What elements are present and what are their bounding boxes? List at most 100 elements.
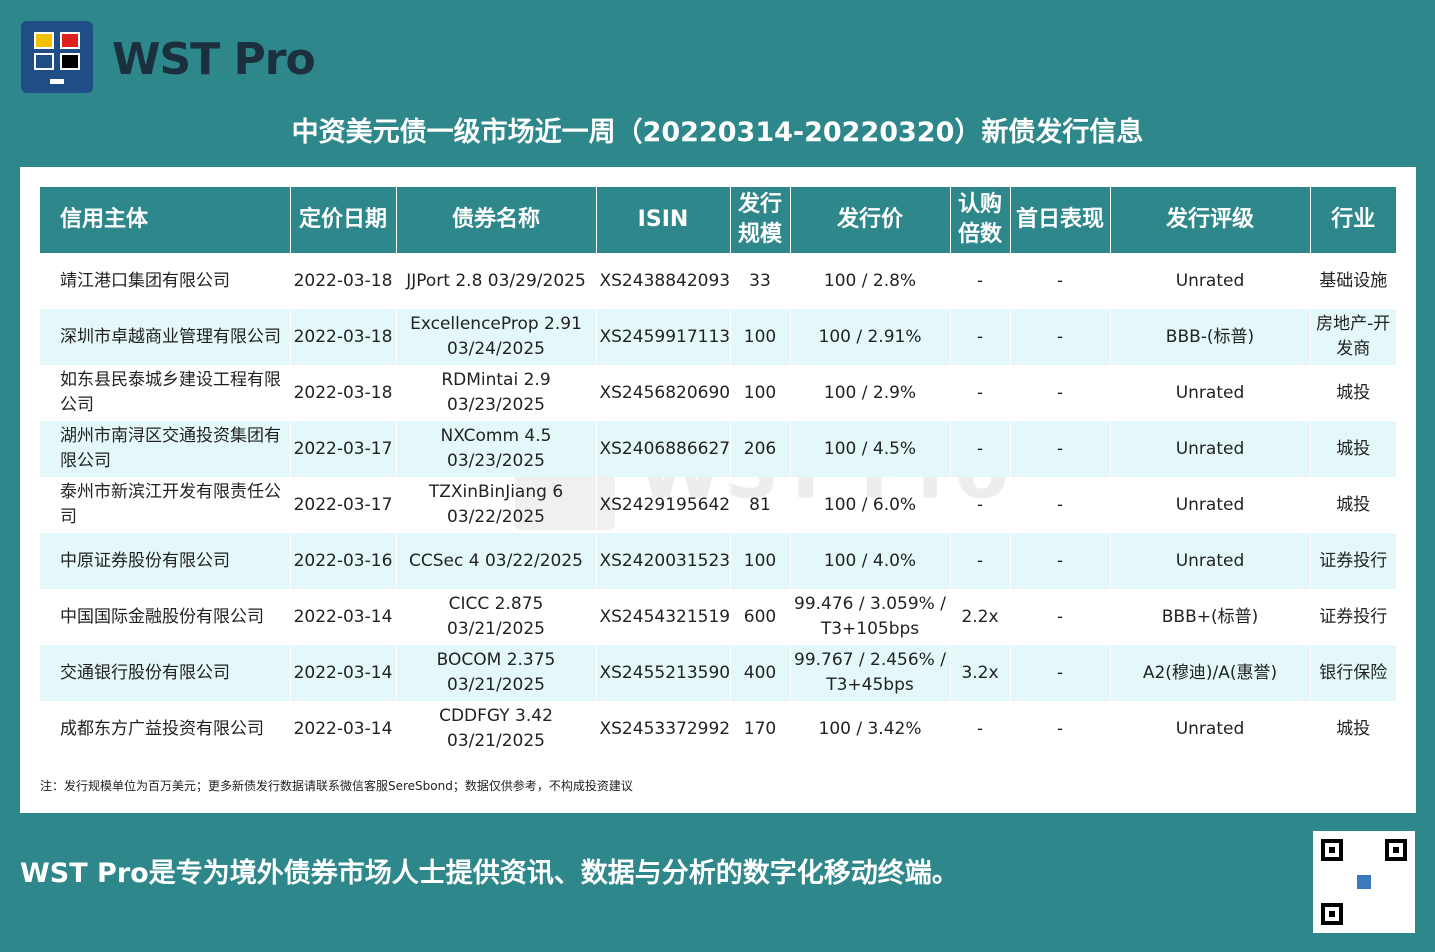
cell-date: 2022-03-17 bbox=[289, 477, 396, 533]
logo-stand bbox=[50, 79, 64, 84]
cell-issuer: 泰州市新滨江开发有限责任公司 bbox=[60, 482, 281, 527]
cell-rating: Unrated bbox=[1109, 533, 1310, 589]
cell-price: 99.767 / 2.456% / T3+45bps bbox=[789, 645, 950, 701]
cell-first-day: - bbox=[1009, 701, 1110, 757]
column-header: 发行价 bbox=[789, 187, 950, 253]
cell-rating: Unrated bbox=[1109, 253, 1310, 309]
cell-bond: ExcellenceProp 2.91 03/24/2025 bbox=[395, 309, 596, 365]
column-header: 发行规模 bbox=[729, 187, 790, 253]
cell-isin: XS2438842093 bbox=[595, 253, 730, 309]
cell-subscription: 2.2x bbox=[949, 589, 1010, 645]
cell-bond: JJPort 2.8 03/29/2025 bbox=[395, 253, 596, 309]
qr-finder-tr bbox=[1385, 839, 1407, 861]
cell-industry: 房地产-开发商 bbox=[1309, 309, 1396, 365]
page-title: 中资美元债一级市场近一周（20220314-20220320）新债发行信息 bbox=[291, 117, 1144, 148]
cell-price: 100 / 6.0% bbox=[789, 477, 950, 533]
cell-subscription: - bbox=[949, 365, 1010, 421]
cell-first-day: - bbox=[1009, 421, 1110, 477]
cell-isin: XS2454321519 bbox=[595, 589, 730, 645]
cell-date: 2022-03-14 bbox=[289, 701, 396, 757]
cell-isin: XS2453372992 bbox=[595, 701, 730, 757]
footnote: 注：发行规模单位为百万美元；更多新债发行数据请联系微信客服SereSbond；数… bbox=[40, 779, 633, 793]
column-header: 认购倍数 bbox=[949, 187, 1010, 253]
cell-subscription: - bbox=[949, 309, 1010, 365]
cell-size: 100 bbox=[729, 365, 790, 421]
cell-price: 100 / 4.5% bbox=[789, 421, 950, 477]
cell-price: 100 / 3.42% bbox=[789, 701, 950, 757]
cell-issuer: 成都东方广益投资有限公司 bbox=[60, 718, 264, 739]
cell-first-day: - bbox=[1009, 365, 1110, 421]
cell-rating: Unrated bbox=[1109, 365, 1310, 421]
cell-issuer: 中原证券股份有限公司 bbox=[40, 533, 290, 589]
cell-bond: TZXinBinJiang 6 03/22/2025 bbox=[395, 477, 596, 533]
cell-industry: 证券投行 bbox=[1309, 589, 1396, 645]
cell-subscription: - bbox=[949, 253, 1010, 309]
cell-date: 2022-03-14 bbox=[289, 645, 396, 701]
cell-isin: XS2420031523 bbox=[595, 533, 730, 589]
cell-price: 100 / 2.9% bbox=[789, 365, 950, 421]
column-header: 定价日期 bbox=[289, 187, 396, 253]
table-header-row: 信用主体 定价日期 债券名称 ISIN 发行规模 发行价 认购倍数 首日表现 发行评级 行业 bbox=[40, 187, 1396, 253]
cell-subscription: - bbox=[949, 533, 1010, 589]
cell-first-day: - bbox=[1009, 533, 1110, 589]
cell-size: 400 bbox=[729, 645, 790, 701]
cell-industry: 基础设施 bbox=[1309, 253, 1396, 309]
cell-rating: BBB-(标普) bbox=[1109, 309, 1310, 365]
table-row: 中国国际金融股份有限公司 2022-03-14 CICC 2.875 03/21/2… bbox=[40, 589, 1396, 645]
cell-bond: CDDFGY 3.42 03/21/2025 bbox=[395, 701, 596, 757]
cell-price: 99.476 / 3.059% / T3+105bps bbox=[789, 589, 950, 645]
brand-name: WST Pro bbox=[112, 34, 316, 85]
table-row: 泰州市新滨江开发有限责任公司 2022-03-17 TZXinBinJiang 6 … bbox=[40, 477, 1396, 533]
cell-size: 100 bbox=[729, 309, 790, 365]
table-row: 中原证券股份有限公司 2022-03-16 CCSec 4 03/22/2025 XS… bbox=[40, 533, 1396, 589]
table-row: 交通银行股份有限公司 2022-03-14 BOCOM 2.375 03/21/20… bbox=[40, 645, 1396, 701]
qr-finder-bl bbox=[1321, 903, 1343, 925]
cell-bond: NXComm 4.5 03/23/2025 bbox=[395, 421, 596, 477]
table-row: 湖州市南浔区交通投资集团有限公司 2022-03-17 NXComm 4.5 03/… bbox=[40, 421, 1396, 477]
cell-issuer: 中国国际金融股份有限公司 bbox=[60, 606, 264, 627]
cell-size: 33 bbox=[729, 253, 790, 309]
cell-subscription: - bbox=[949, 477, 1010, 533]
cell-rating: A2(穆迪)/A(惠誉) bbox=[1109, 645, 1310, 701]
column-header: 首日表现 bbox=[1009, 187, 1110, 253]
table-row: 深圳市卓越商业管理有限公司 2022-03-18 ExcellenceProp 2.… bbox=[40, 309, 1396, 365]
cell-industry: 城投 bbox=[1309, 701, 1396, 757]
cell-first-day: - bbox=[1009, 645, 1110, 701]
cell-date: 2022-03-16 bbox=[289, 533, 396, 589]
cell-date: 2022-03-18 bbox=[289, 253, 396, 309]
cell-size: 100 bbox=[729, 533, 790, 589]
cell-issuer: 靖江港口集团有限公司 bbox=[60, 270, 230, 291]
cell-isin: XS2406886627 bbox=[595, 421, 730, 477]
column-header: ISIN bbox=[595, 187, 730, 253]
logo-square-blue bbox=[34, 53, 54, 70]
cell-date: 2022-03-14 bbox=[289, 589, 396, 645]
cell-size: 600 bbox=[729, 589, 790, 645]
cell-subscription: 3.2x bbox=[949, 645, 1010, 701]
cell-date: 2022-03-18 bbox=[289, 365, 396, 421]
cell-isin: XS2455213590 bbox=[595, 645, 730, 701]
cell-rating: Unrated bbox=[1109, 701, 1310, 757]
table-row: 成都东方广益投资有限公司 2022-03-14 CDDFGY 3.42 03/21/… bbox=[40, 701, 1396, 757]
cell-industry: 城投 bbox=[1309, 421, 1396, 477]
cell-rating: Unrated bbox=[1109, 477, 1310, 533]
logo-icon bbox=[21, 21, 93, 93]
cell-size: 81 bbox=[729, 477, 790, 533]
cell-isin: XS2456820690 bbox=[595, 365, 730, 421]
footer-slogan: WST Pro是专为境外债券市场人士提供资讯、数据与分析的数字化移动终端。 bbox=[20, 858, 959, 889]
cell-price: 100 / 4.0% bbox=[789, 533, 950, 589]
cell-issuer: 深圳市卓越商业管理有限公司 bbox=[40, 309, 290, 365]
cell-bond: RDMintai 2.9 03/23/2025 bbox=[395, 365, 596, 421]
cell-bond: BOCOM 2.375 03/21/2025 bbox=[395, 645, 596, 701]
cell-issuer: 如东县民泰城乡建设工程有限公司 bbox=[60, 370, 281, 415]
table-panel: WST Pro 信用主体定价日期债券名称ISIN发行规模发行价认购倍数首日表现发… bbox=[20, 167, 1416, 813]
cell-price: 100 / 2.91% bbox=[789, 309, 950, 365]
logo-square-black bbox=[60, 53, 80, 70]
cell-date: 2022-03-18 bbox=[289, 309, 396, 365]
logo-square-red bbox=[60, 32, 80, 49]
cell-price: 100 / 2.8% bbox=[789, 253, 950, 309]
qr-code-icon bbox=[1313, 831, 1415, 933]
cell-industry: 银行保险 bbox=[1309, 645, 1396, 701]
cell-industry: 证券投行 bbox=[1309, 533, 1396, 589]
cell-issuer: 湖州市南浔区交通投资集团有限公司 bbox=[40, 421, 290, 477]
qr-finder-tl bbox=[1321, 839, 1343, 861]
